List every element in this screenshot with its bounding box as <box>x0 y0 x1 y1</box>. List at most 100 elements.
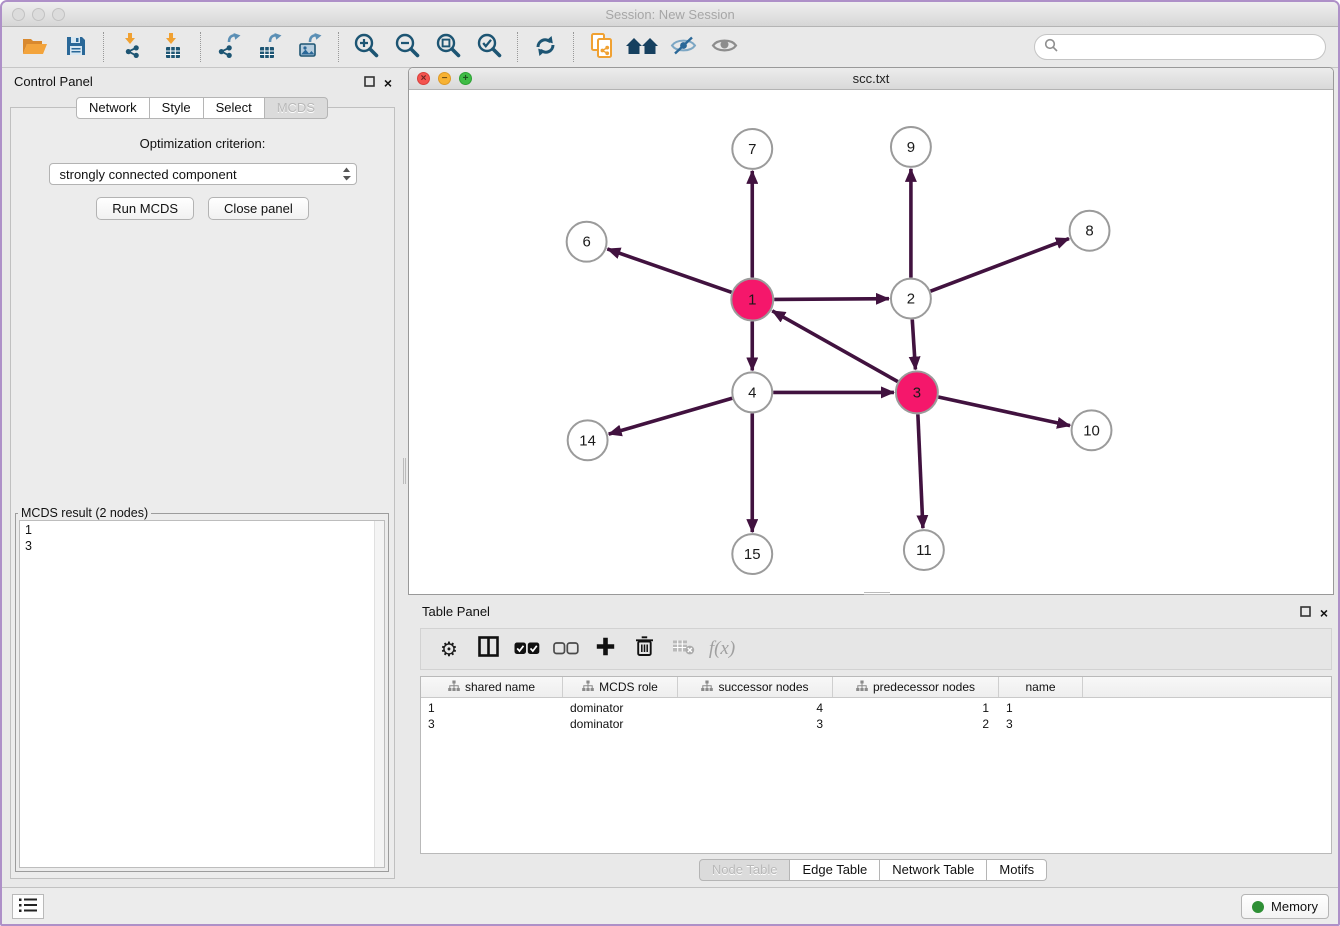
hierarchy-icon <box>582 680 594 695</box>
export-network-icon <box>217 33 241 62</box>
tab-motifs[interactable]: Motifs <box>987 859 1047 881</box>
column-header-successor-nodes[interactable]: successor nodes <box>678 677 833 697</box>
graph-node-15[interactable]: 15 <box>732 534 772 574</box>
table-row[interactable]: 1dominator411 <box>421 700 1331 716</box>
toolbar-hide-selected-button[interactable] <box>663 30 704 64</box>
list-icon <box>18 897 38 916</box>
node-label: 10 <box>1083 422 1100 439</box>
node-label: 9 <box>907 139 915 156</box>
column-header-predecessor-nodes[interactable]: predecessor nodes <box>833 677 999 697</box>
table-settings-button[interactable]: ⚙ <box>431 631 467 667</box>
table-cell: 2 <box>833 717 999 731</box>
table-toolbar: ⚙f(x) <box>420 628 1332 670</box>
tab-mcds[interactable]: MCDS <box>265 97 328 119</box>
close-panel-button[interactable]: Close panel <box>208 197 309 220</box>
graph-canvas[interactable]: 1 2 3 4 6 7 8 9 10 11 14 15 <box>409 91 1333 594</box>
zoom-fit-icon <box>435 32 462 62</box>
mcds-result-box[interactable]: 13 <box>19 520 385 868</box>
table-cell: 3 <box>999 717 1083 731</box>
node-label: 4 <box>748 384 756 401</box>
graph-node-14[interactable]: 14 <box>568 420 608 460</box>
network-minimize-button[interactable]: − <box>438 72 451 85</box>
minimize-window-button[interactable] <box>32 8 45 21</box>
column-label: predecessor nodes <box>873 680 975 694</box>
graph-node-11[interactable]: 11 <box>904 530 944 570</box>
graph-node-6[interactable]: 6 <box>567 222 607 262</box>
tab-node-table[interactable]: Node Table <box>699 859 791 881</box>
toolbar-export-table-button[interactable] <box>249 30 290 64</box>
network-graph: 1 2 3 4 6 7 8 9 10 11 14 15 <box>409 91 1333 594</box>
toolbar-zoom-out-button[interactable] <box>387 30 428 64</box>
graph-node-10[interactable]: 10 <box>1072 410 1112 450</box>
tab-select[interactable]: Select <box>204 97 265 119</box>
close-table-panel-icon[interactable]: × <box>1320 607 1328 619</box>
toolbar-zoom-fit-button[interactable] <box>428 30 469 64</box>
graph-edge-3-10[interactable] <box>938 397 1070 426</box>
tab-edge-table[interactable]: Edge Table <box>790 859 880 881</box>
graph-node-7[interactable]: 7 <box>732 129 772 169</box>
run-mcds-button[interactable]: Run MCDS <box>96 197 194 220</box>
tab-style[interactable]: Style <box>150 97 204 119</box>
deselect-all-button[interactable] <box>548 631 584 667</box>
tab-network[interactable]: Network <box>76 97 150 119</box>
graph-node-8[interactable]: 8 <box>1070 211 1110 251</box>
graph-node-2[interactable]: 2 <box>891 279 931 319</box>
add-column-button[interactable] <box>587 631 623 667</box>
memory-label: Memory <box>1271 899 1318 914</box>
hide-selected-icon <box>670 35 697 59</box>
toolbar-copy-network-button[interactable] <box>581 30 622 64</box>
zoom-out-icon <box>394 32 421 62</box>
graph-edge-1-2[interactable] <box>774 299 889 300</box>
copy-network-icon <box>589 32 614 62</box>
graph-node-1[interactable]: 1 <box>731 279 773 321</box>
delete-column-button[interactable] <box>626 631 662 667</box>
graph-node-3[interactable]: 3 <box>896 371 938 413</box>
graph-edge-2-8[interactable] <box>931 239 1070 292</box>
toolbar-export-network-button[interactable] <box>208 30 249 64</box>
search-input[interactable] <box>1064 39 1316 56</box>
result-scrollbar[interactable] <box>374 521 384 867</box>
toolbar-import-table-button[interactable] <box>152 30 193 64</box>
float-table-panel-icon[interactable] <box>1300 604 1311 622</box>
criterion-dropdown[interactable]: strongly connected component <box>49 163 357 185</box>
float-panel-icon[interactable] <box>364 74 375 92</box>
graph-edge-4-14[interactable] <box>609 398 732 434</box>
toolbar-zoom-selected-button[interactable] <box>469 30 510 64</box>
task-history-button[interactable] <box>12 894 44 919</box>
graph-node-9[interactable]: 9 <box>891 127 931 167</box>
column-header-shared-name[interactable]: shared name <box>421 677 563 697</box>
toolbar-home-button[interactable] <box>622 30 663 64</box>
network-close-button[interactable]: × <box>417 72 430 85</box>
traffic-lights <box>12 8 65 21</box>
main-toolbar <box>2 27 1338 68</box>
graph-node-4[interactable]: 4 <box>732 372 772 412</box>
toolbar-import-network-button[interactable] <box>111 30 152 64</box>
select-all-button[interactable] <box>509 631 545 667</box>
graph-edge-3-11[interactable] <box>918 414 923 528</box>
memory-button[interactable]: Memory <box>1241 894 1329 919</box>
zoom-window-button[interactable] <box>52 8 65 21</box>
save-session-icon <box>65 35 87 60</box>
node-label: 1 <box>748 292 756 309</box>
toolbar-refresh-button[interactable] <box>525 30 566 64</box>
graph-edge-3-1[interactable] <box>772 311 898 382</box>
tab-network-table[interactable]: Network Table <box>880 859 987 881</box>
toolbar-open-session-button[interactable] <box>14 30 55 64</box>
close-panel-icon[interactable]: × <box>384 77 392 89</box>
toolbar-export-image-button[interactable] <box>290 30 331 64</box>
horizontal-splitter-handle[interactable] <box>864 592 890 595</box>
column-header-name[interactable]: name <box>999 677 1083 697</box>
graph-edge-2-3[interactable] <box>912 320 915 370</box>
graph-edge-1-6[interactable] <box>607 249 731 292</box>
column-layout-button[interactable] <box>470 631 506 667</box>
column-header-mcds-role[interactable]: MCDS role <box>563 677 678 697</box>
table-row[interactable]: 3dominator323 <box>421 716 1331 732</box>
close-window-button[interactable] <box>12 8 25 21</box>
dropdown-stepper-icon <box>342 167 351 181</box>
toolbar-save-session-button[interactable] <box>55 30 96 64</box>
vertical-splitter-handle[interactable] <box>403 458 406 484</box>
network-zoom-button[interactable]: + <box>459 72 472 85</box>
toolbar-show-all-button[interactable] <box>704 30 745 64</box>
column-label: shared name <box>465 680 535 694</box>
toolbar-zoom-in-button[interactable] <box>346 30 387 64</box>
